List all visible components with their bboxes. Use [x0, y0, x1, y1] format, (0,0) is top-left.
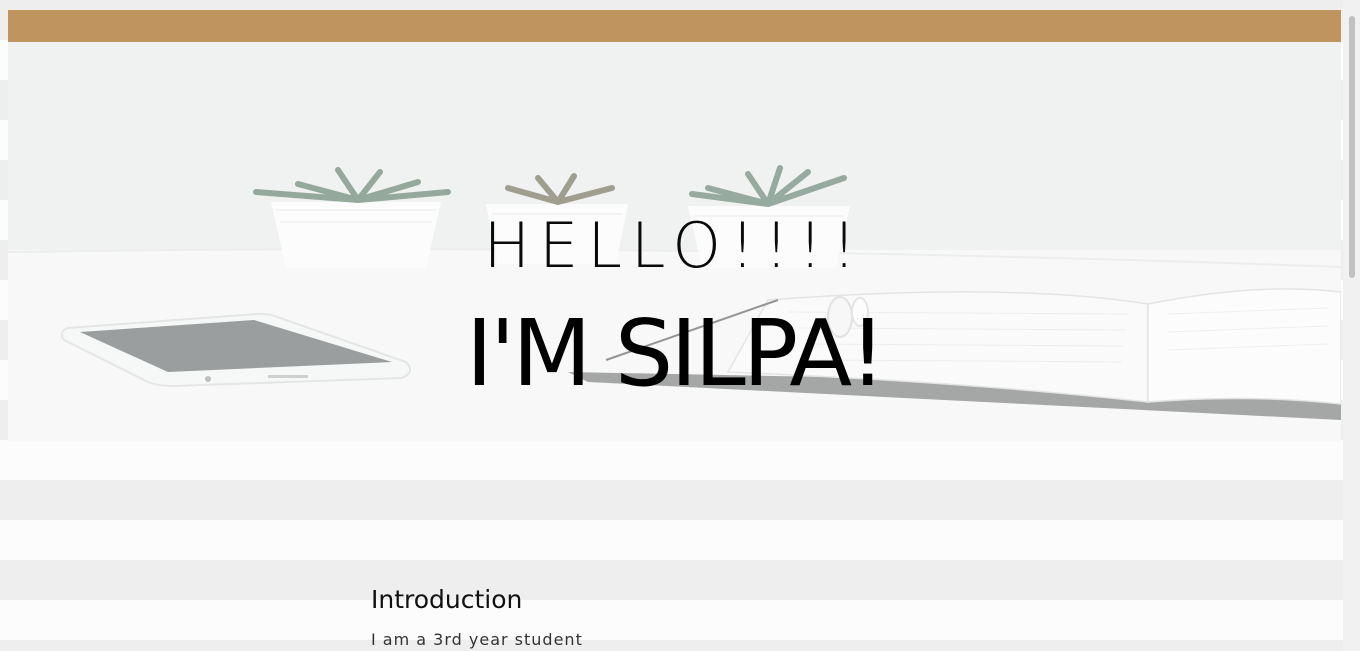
hero-banner: HELLO!!!! I'M SILPA! — [8, 42, 1341, 442]
scrollbar-thumb[interactable] — [1349, 16, 1355, 278]
introduction-heading: Introduction — [371, 585, 523, 614]
top-accent-bar — [8, 10, 1341, 42]
page-scrollbar[interactable] — [1343, 0, 1360, 651]
introduction-text: I am a 3rd year student — [371, 630, 583, 649]
introduction-section: Introduction I am a 3rd year student — [371, 583, 1011, 651]
hero-name-heading: I'M SILPA! — [465, 300, 886, 407]
page: HELLO!!!! I'M SILPA! Introduction I am a… — [8, 10, 1341, 651]
hero-greeting: HELLO!!!! — [483, 209, 866, 282]
